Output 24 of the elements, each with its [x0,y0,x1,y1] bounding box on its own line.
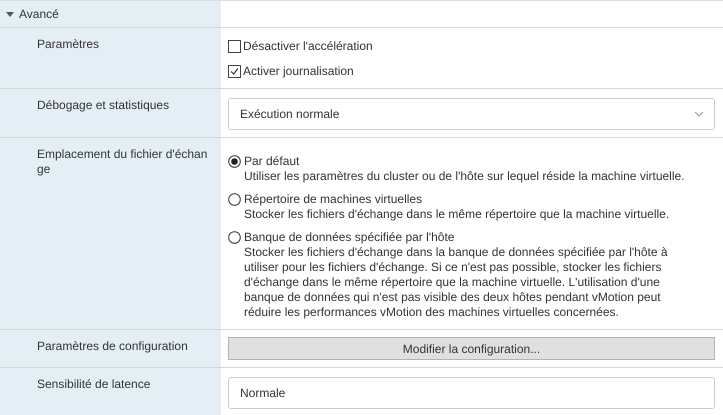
radio-button[interactable] [228,231,241,244]
radio-label[interactable]: Répertoire de machines virtuelles [244,192,670,207]
radio-button[interactable] [228,155,241,168]
checkbox[interactable] [228,40,241,52]
option-description: Stocker les fichiers d'échange dans la banque de données spécifiée par l'hôte à utiliser pour les fichiers d'échange. Si ce n'est pas possible, stocker les fichiers d'échange dans le même répertoire que la machine virtuelle. L'utilisation d'une banque de données qui n'est pas visible des deux hôtes pendant vMotion peut réduire les performances vMotion des machines virtuelles concernées. [244,245,669,320]
option-description: Utiliser les paramètres du cluster ou de l'hôte sur lequel réside la machine virtuelle. [244,169,685,184]
checkbox-label[interactable]: Activer journalisation [243,64,354,78]
caret-icon [694,111,704,117]
setting-label: Paramètres de configuration [37,339,189,354]
setting-label: Paramètres [37,37,100,52]
setting-label: Sensibilité de latence [37,377,152,392]
dropdown[interactable]: Normale [228,377,715,409]
checkbox-label[interactable]: Désactiver l'accélération [243,39,373,53]
setting-label: Emplacement du fichier d'échange [37,147,208,177]
edit-configuration-button[interactable]: Modifier la configuration... [228,337,715,360]
radio-label[interactable]: Par défaut [244,154,685,169]
setting-label: Débogage et statistiques [37,98,170,113]
option-description: Stocker les fichiers d'échange dans le même répertoire que la machine virtuelle. [244,207,670,222]
section-title: Avancé [19,7,59,21]
radio-label[interactable]: Banque de données spécifiée par l'hôte [244,230,693,245]
section-header[interactable]: Avancé [0,1,221,28]
dropdown[interactable]: Exécution normale [228,98,715,130]
checkbox[interactable] [228,64,241,78]
radio-button[interactable] [228,193,241,206]
